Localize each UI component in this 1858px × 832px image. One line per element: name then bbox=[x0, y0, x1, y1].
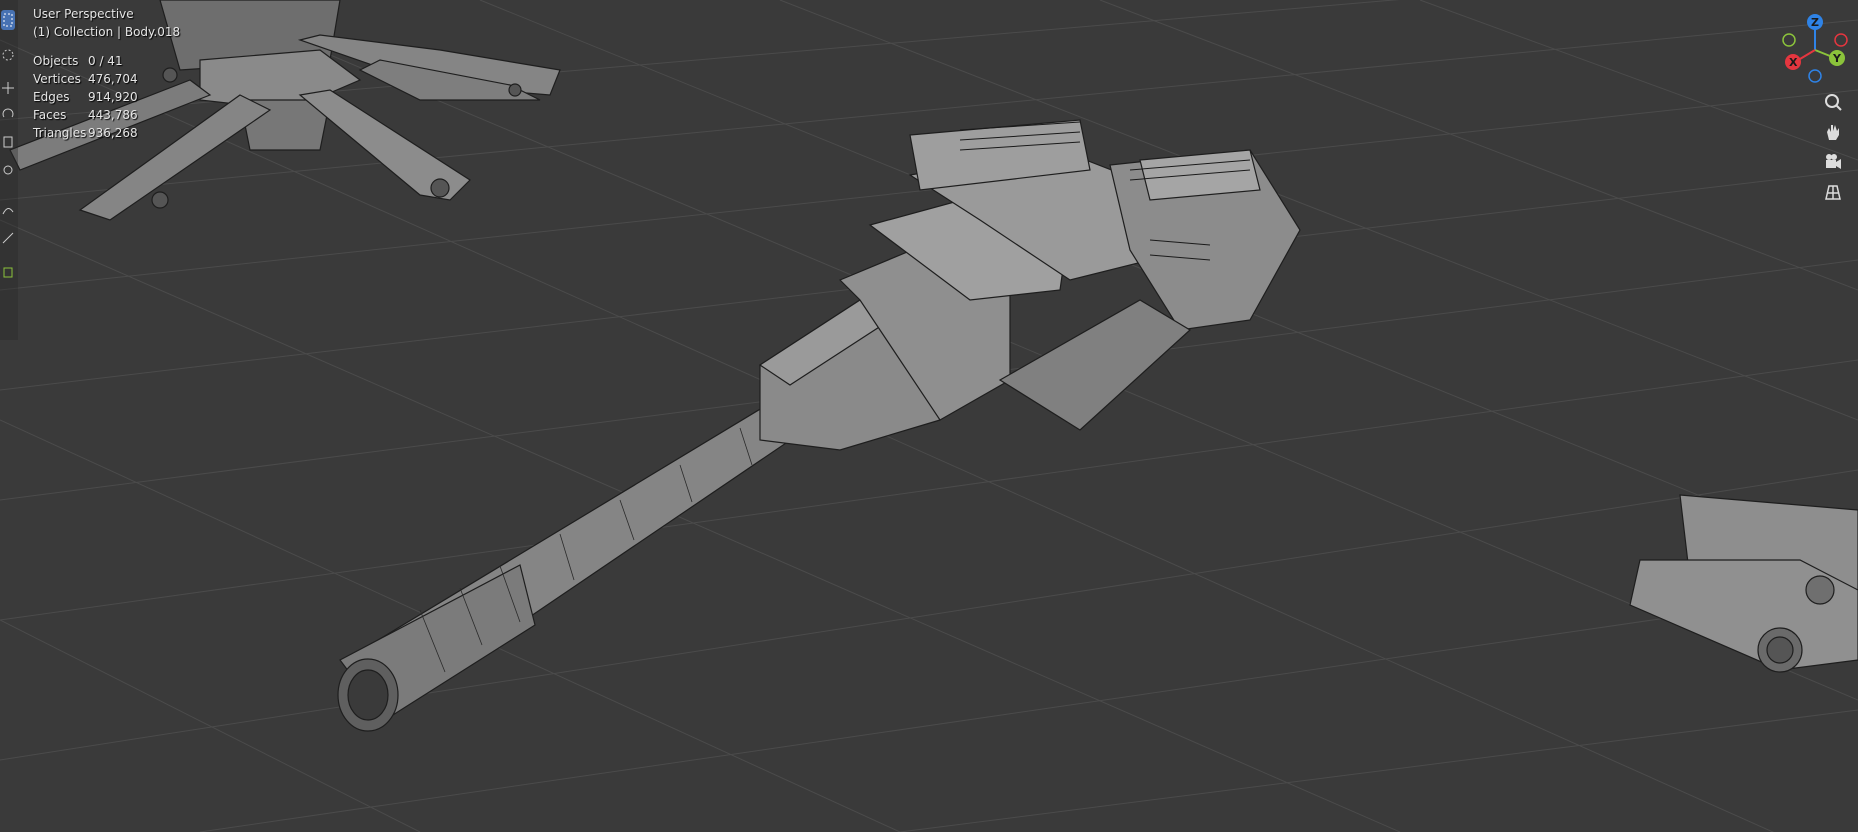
stat-row: Faces 443,786 bbox=[33, 108, 138, 122]
viewport-info: User Perspective (1) Collection | Body.0… bbox=[33, 5, 180, 41]
transform-icon[interactable] bbox=[1, 160, 15, 180]
stat-row: Triangles 936,268 bbox=[33, 126, 138, 140]
neg-y-axis-handle[interactable] bbox=[1782, 33, 1796, 47]
stat-row: Vertices 476,704 bbox=[33, 72, 138, 86]
stat-row: Edges 914,920 bbox=[33, 90, 138, 104]
svg-text:Z: Z bbox=[1811, 16, 1819, 29]
hand-pan-icon[interactable] bbox=[1818, 118, 1848, 146]
rotate-icon[interactable] bbox=[1, 105, 15, 125]
camera-icon[interactable] bbox=[1818, 148, 1848, 176]
navigation-gizmo[interactable]: Z Y X bbox=[1775, 10, 1855, 90]
move-icon[interactable] bbox=[1, 78, 15, 98]
svg-text:X: X bbox=[1789, 56, 1798, 69]
cursor-icon[interactable] bbox=[1, 45, 15, 65]
grid-ortho-icon[interactable] bbox=[1818, 178, 1848, 206]
neg-z-axis-handle[interactable] bbox=[1808, 69, 1822, 83]
zoom-icon[interactable] bbox=[1818, 88, 1848, 116]
neg-x-axis-handle[interactable] bbox=[1834, 33, 1848, 47]
scene-statistics: Objects 0 / 41 Vertices 476,704 Edges 914,9… bbox=[33, 52, 138, 142]
measure-icon[interactable] bbox=[1, 228, 15, 248]
annotate-icon[interactable] bbox=[1, 200, 15, 220]
select-box-icon[interactable] bbox=[1, 10, 15, 30]
3d-viewport[interactable]: User Perspective (1) Collection | Body.0… bbox=[0, 0, 1858, 832]
stat-row: Objects 0 / 41 bbox=[33, 54, 123, 68]
add-cube-icon[interactable] bbox=[1, 262, 15, 282]
view-name: User Perspective bbox=[33, 7, 134, 21]
scale-icon[interactable] bbox=[1, 132, 15, 152]
tool-shelf bbox=[0, 0, 18, 340]
scene-canvas[interactable] bbox=[0, 0, 1858, 832]
collection-info: (1) Collection | Body.018 bbox=[33, 25, 181, 39]
svg-text:Y: Y bbox=[1832, 52, 1842, 65]
